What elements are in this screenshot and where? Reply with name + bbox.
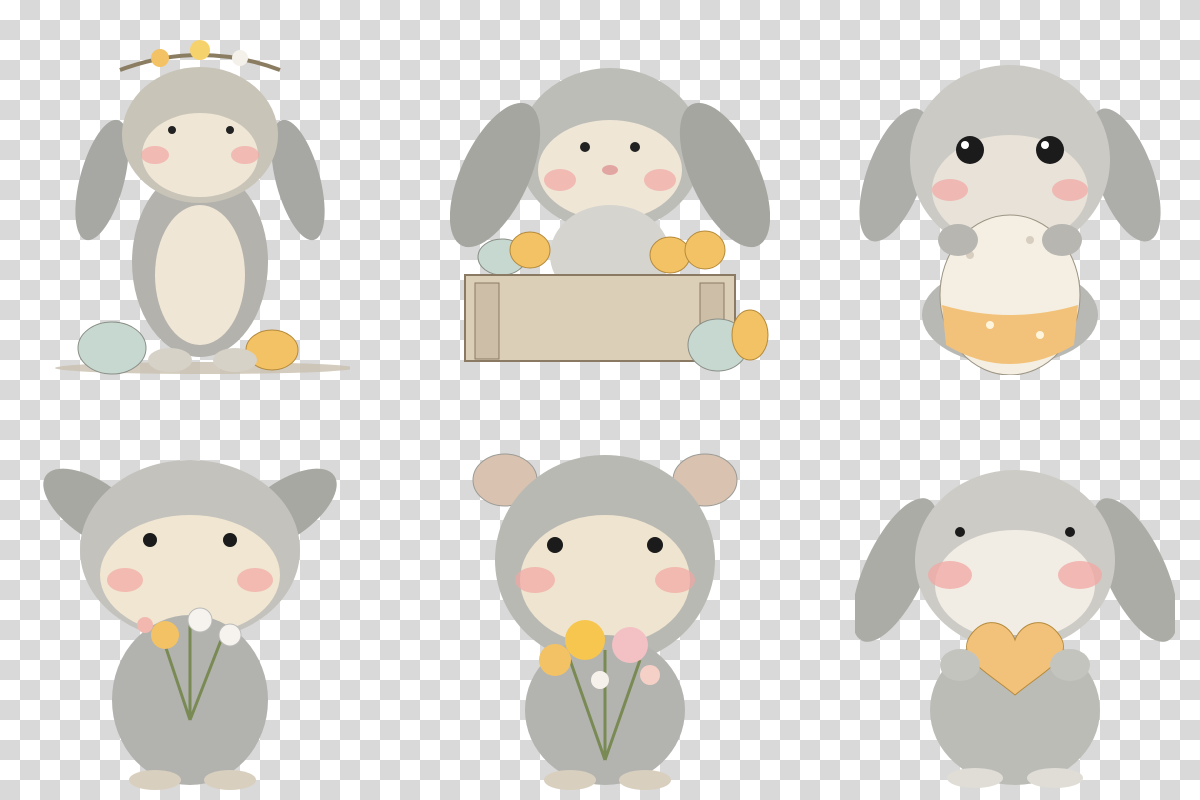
left-eye bbox=[143, 533, 157, 547]
left-eye bbox=[956, 136, 984, 164]
mint-egg bbox=[77, 321, 147, 375]
white-flower bbox=[591, 671, 609, 689]
right-cheek bbox=[655, 567, 695, 593]
bunny-white-bouquet bbox=[40, 430, 340, 790]
right-cheek bbox=[1058, 561, 1102, 589]
pink-flower bbox=[640, 665, 660, 685]
bunny-holding-egg bbox=[850, 25, 1170, 375]
yellow-flower bbox=[151, 621, 179, 649]
left-paw bbox=[938, 224, 978, 256]
pink-flower bbox=[612, 627, 648, 663]
right-cheek bbox=[1052, 179, 1088, 201]
left-cheek bbox=[107, 568, 143, 592]
left-cheek bbox=[928, 561, 972, 589]
egg-dot bbox=[1026, 236, 1034, 244]
yellow-flower bbox=[539, 644, 571, 676]
egg-dot bbox=[1036, 331, 1044, 339]
pink-flower bbox=[137, 617, 153, 633]
right-foot bbox=[619, 770, 671, 790]
egg-dot bbox=[986, 321, 994, 329]
left-foot bbox=[947, 768, 1003, 788]
right-cheek bbox=[237, 568, 273, 592]
bunny-yellow-bouquet bbox=[450, 430, 760, 790]
crate-slat bbox=[474, 282, 500, 360]
right-foot bbox=[204, 770, 256, 790]
right-eye bbox=[1065, 527, 1075, 537]
crown-flower bbox=[190, 40, 210, 60]
right-cheek bbox=[231, 146, 259, 164]
eye-highlight bbox=[961, 141, 969, 149]
crown-flower bbox=[151, 49, 169, 67]
left-foot bbox=[544, 770, 596, 790]
yellow-egg bbox=[509, 231, 551, 269]
left-cheek bbox=[141, 146, 169, 164]
yellow-egg bbox=[731, 309, 769, 361]
right-eye bbox=[647, 537, 663, 553]
nose bbox=[602, 165, 618, 175]
left-foot bbox=[148, 348, 192, 372]
yellow-egg bbox=[649, 236, 691, 274]
left-paw bbox=[940, 649, 980, 681]
white-flower bbox=[187, 607, 213, 633]
yellow-flower bbox=[565, 620, 605, 660]
yellow-egg bbox=[684, 230, 726, 270]
right-foot bbox=[1027, 768, 1083, 788]
left-eye bbox=[168, 126, 176, 134]
left-cheek bbox=[932, 179, 968, 201]
left-cheek bbox=[544, 169, 576, 191]
left-cheek bbox=[515, 567, 555, 593]
bunny-flower-crown bbox=[50, 30, 350, 380]
right-eye bbox=[1036, 136, 1064, 164]
bunny-wooden-crate bbox=[450, 25, 770, 375]
crown-flower bbox=[232, 50, 248, 66]
bunny-holding-heart bbox=[855, 440, 1175, 790]
eye-highlight bbox=[1041, 141, 1049, 149]
right-eye bbox=[630, 142, 640, 152]
bunny-belly bbox=[155, 205, 245, 345]
left-eye bbox=[547, 537, 563, 553]
left-eye bbox=[580, 142, 590, 152]
right-foot bbox=[213, 348, 257, 372]
right-eye bbox=[223, 533, 237, 547]
right-eye bbox=[226, 126, 234, 134]
left-foot bbox=[129, 770, 181, 790]
left-eye bbox=[955, 527, 965, 537]
right-paw bbox=[1050, 649, 1090, 681]
right-cheek bbox=[644, 169, 676, 191]
sticker-sheet bbox=[0, 0, 1200, 800]
right-paw bbox=[1042, 224, 1082, 256]
white-flower bbox=[218, 623, 242, 647]
